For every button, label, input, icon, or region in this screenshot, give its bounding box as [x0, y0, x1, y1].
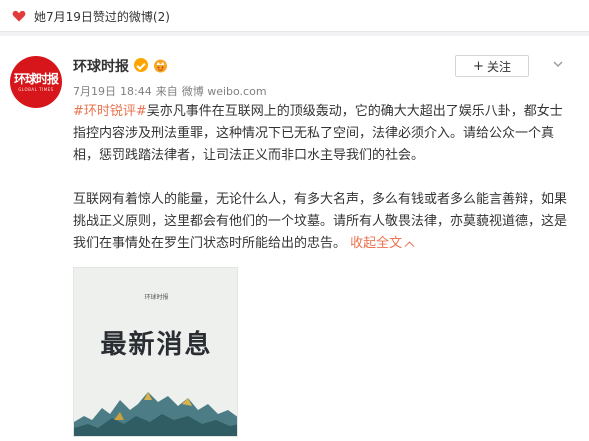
chevron-down-icon[interactable]	[552, 58, 564, 70]
image-headline: 最新消息	[100, 330, 213, 360]
post-meta: 7月19日 18:44 来自 微博 weibo.com	[73, 83, 271, 99]
paragraph-1-text: 吴亦凡事件在互联网上的顶级轰动，它的确大大超出了娱乐八卦，都女士指控内容涉及刑法…	[73, 104, 563, 163]
collapse-label: 收起全文	[350, 236, 403, 251]
avatar-logo-subtext: GLOBAL TIMES	[18, 87, 54, 92]
avatar-logo-text: 环球时报	[13, 72, 59, 86]
source-prefix: 来自	[155, 85, 178, 98]
post-time[interactable]: 18:44	[120, 85, 152, 98]
liked-header-text[interactable]: 她7月19日赞过的微博(2)	[34, 8, 170, 25]
paragraph-2-text: 互联网有着惊人的能量，无论什么人，有多大名声，多么有钱或者多么能言善辩，如果挑战…	[73, 192, 568, 251]
author-name[interactable]: 环球时报	[73, 56, 129, 76]
landscape-illustration	[74, 392, 237, 436]
heart-icon	[12, 10, 26, 22]
chevron-up-icon	[404, 241, 415, 252]
verified-badge-icon	[134, 58, 148, 72]
post-body: #环时锐评#吴亦凡事件在互联网上的顶级轰动，它的确大大超出了娱乐八卦，都女士指控…	[73, 101, 573, 277]
follow-label: 关注	[486, 59, 511, 74]
image-brand-text: 环球时报	[144, 294, 169, 301]
hashtag-link[interactable]: #环时锐评#	[73, 104, 147, 119]
post-paragraph-2: 互联网有着惊人的能量，无论什么人，有多大名声，多么有钱或者多么能言善辩，如果挑战…	[73, 189, 573, 255]
follow-button[interactable]: + 关注	[455, 55, 529, 77]
post-paragraph-1: #环时锐评#吴亦凡事件在互联网上的顶级轰动，它的确大大超出了娱乐八卦，都女士指控…	[73, 101, 573, 167]
post-image[interactable]: 环球时报 最新消息	[73, 267, 238, 437]
post-source[interactable]: 微博 weibo.com	[182, 85, 267, 98]
vip-crown-icon[interactable]	[152, 57, 169, 73]
post-date[interactable]: 7月19日	[73, 85, 116, 98]
avatar[interactable]: 环球时报 GLOBAL TIMES	[10, 56, 62, 108]
collapse-link[interactable]: 收起全文	[350, 236, 415, 252]
plus-icon: +	[473, 58, 484, 74]
liked-header-bar: 她7月19日赞过的微博(2)	[0, 0, 589, 32]
